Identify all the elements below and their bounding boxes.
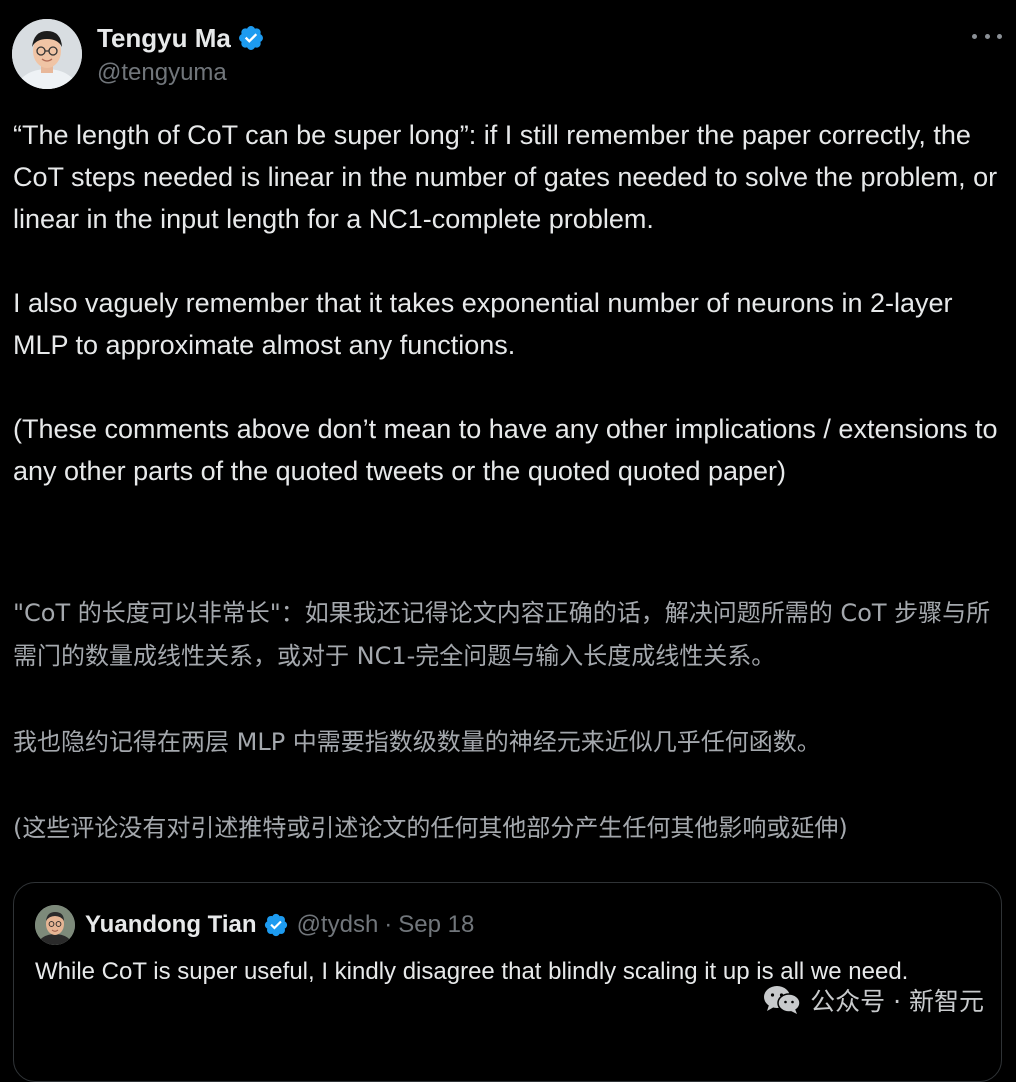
- quoted-tweet-date[interactable]: Sep 18: [398, 909, 474, 941]
- quoted-author-avatar[interactable]: [35, 905, 75, 945]
- verified-badge-icon: [264, 913, 287, 937]
- more-options-icon[interactable]: [972, 26, 1002, 46]
- verified-badge-icon: [238, 26, 263, 50]
- tweet-paragraph: (These comments above don’t mean to have…: [13, 414, 998, 486]
- author-name[interactable]: Tengyu Ma: [97, 22, 231, 54]
- quoted-author-name[interactable]: Yuandong Tian: [85, 909, 257, 941]
- translation-paragraph: 我也隐约记得在两层 MLP 中需要指数级数量的神经元来近似几乎任何函数。: [13, 728, 821, 756]
- separator-dot: ·: [384, 911, 393, 938]
- watermark-label: 公众号 · 新智元: [810, 987, 984, 1016]
- translation-paragraph: (这些评论没有对引述推特或引述论文的任何其他部分产生任何其他影响或延伸): [13, 814, 848, 842]
- tweet-paragraph: “The length of CoT can be super long”: i…: [13, 120, 998, 234]
- author-handle[interactable]: @tengyuma: [97, 58, 227, 88]
- translation-text: "CoT 的长度可以非常长"：如果我还记得论文内容正确的话，解决问题所需的 Co…: [13, 592, 1008, 850]
- tweet-text: “The length of CoT can be super long”: i…: [13, 114, 1008, 492]
- author-avatar[interactable]: [12, 19, 82, 89]
- quoted-tweet-header: Yuandong Tian @tydsh · Sep 18: [85, 909, 474, 941]
- watermark: 公众号 · 新智元: [762, 982, 984, 1018]
- quoted-author-handle[interactable]: @tydsh: [297, 909, 379, 941]
- tweet-paragraph: I also vaguely remember that it takes ex…: [13, 288, 953, 360]
- translation-paragraph: "CoT 的长度可以非常长"：如果我还记得论文内容正确的话，解决问题所需的 Co…: [13, 599, 991, 670]
- author-name-row[interactable]: Tengyu Ma: [97, 22, 265, 54]
- wechat-icon: [764, 986, 801, 1014]
